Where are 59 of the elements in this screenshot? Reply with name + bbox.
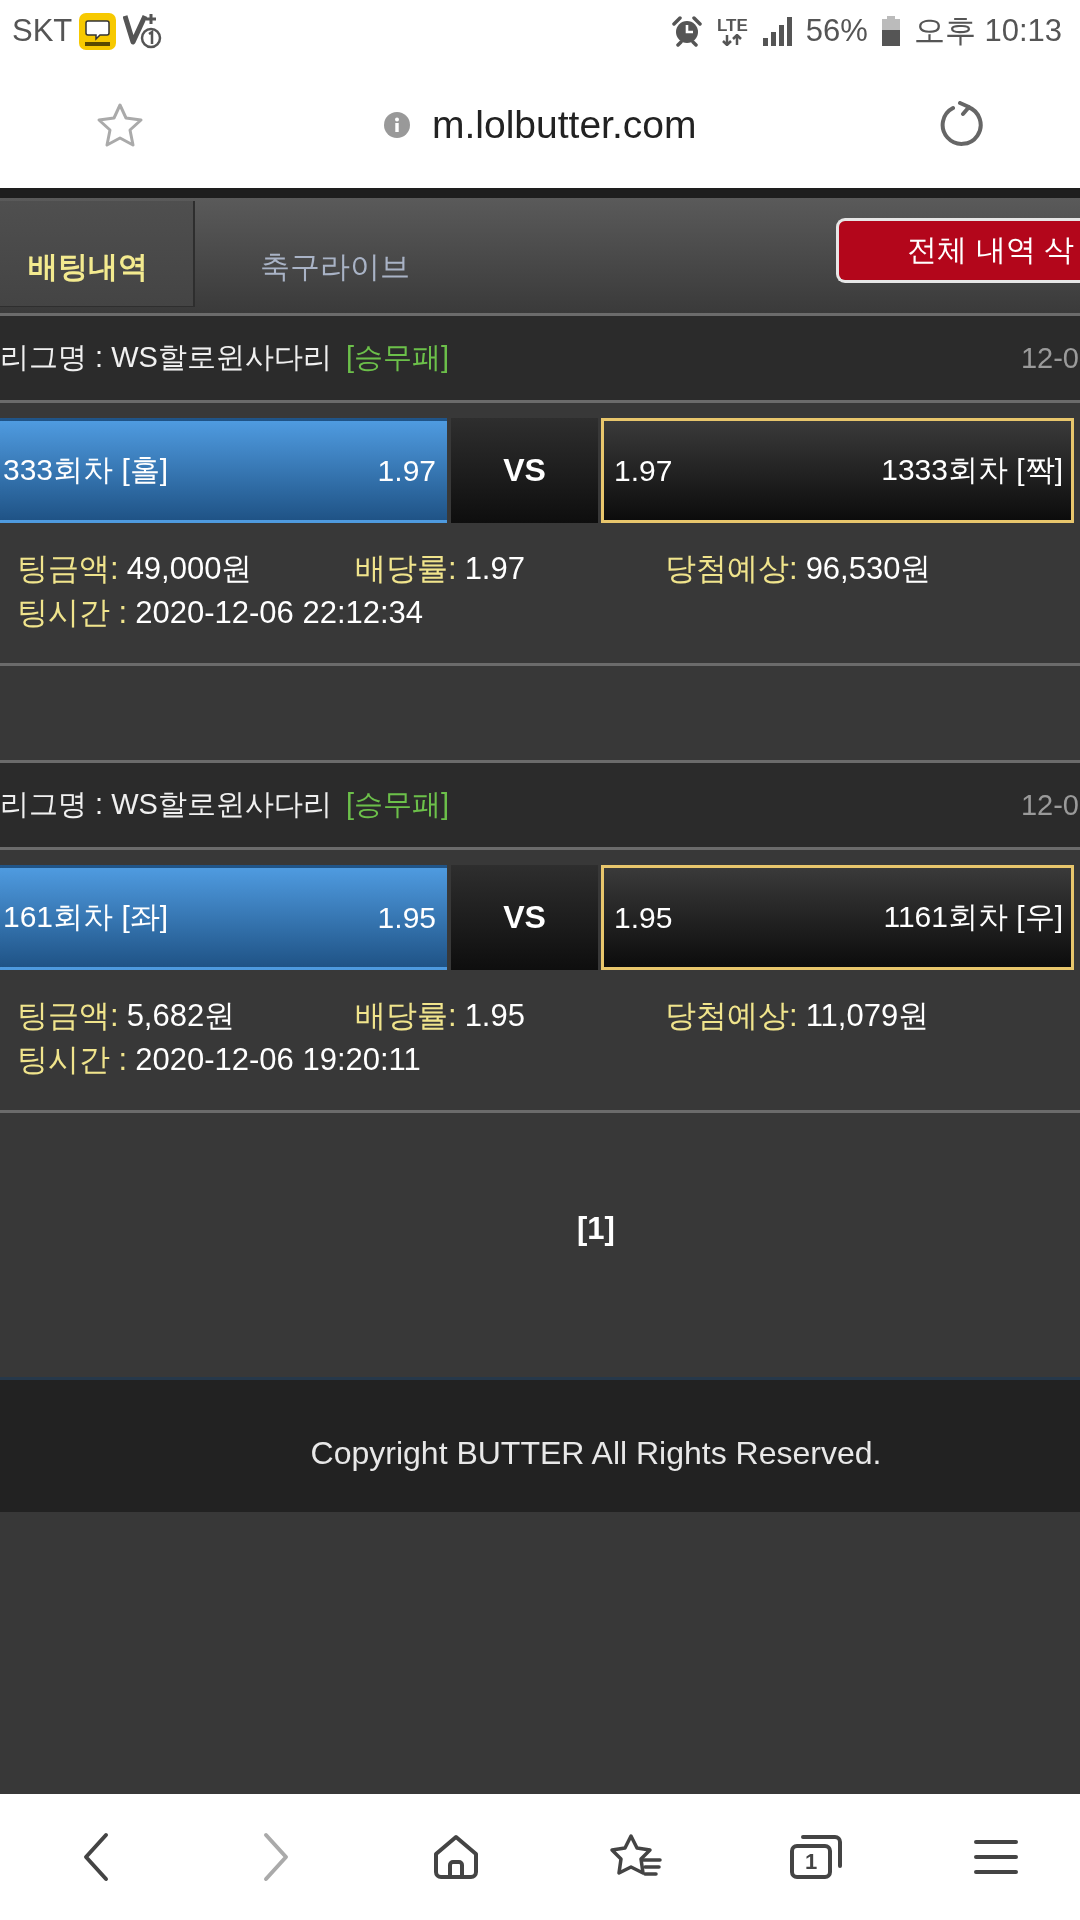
option-name: 333회차 [홀]	[3, 452, 169, 488]
bet-time-label: 팅시간 :	[17, 594, 128, 632]
option-odds: 1.95	[377, 900, 436, 935]
detail-value: 96,530원	[805, 551, 932, 586]
market-type: [승무패]	[345, 340, 449, 375]
detail-label: 팅금액:	[17, 551, 119, 586]
bet-time-value: 2020-12-06 22:12:34	[135, 595, 424, 631]
league-name: 리그명 : WS할로윈사다리	[0, 340, 332, 375]
tabs-icon	[789, 1834, 843, 1880]
chevron-right-icon	[262, 1832, 290, 1882]
option-name: 1161회차 [우]	[883, 899, 1063, 935]
network-type-text: LTE	[716, 16, 748, 34]
option-odds: 1.97	[614, 453, 673, 488]
battery-icon	[881, 16, 900, 46]
bet-time-value: 2020-12-06 19:20:11	[135, 1042, 421, 1078]
option-odds: 1.95	[614, 900, 673, 935]
bet-date: 12-0	[1020, 341, 1080, 375]
detail-value: 11,079원	[805, 998, 930, 1033]
page-link[interactable]: [1]	[577, 1211, 615, 1247]
vs-label: VS	[451, 418, 598, 523]
detail-label: 당첨예상:	[665, 551, 798, 586]
detail-label: 당첨예상:	[665, 998, 798, 1033]
carrier-text: SKT	[12, 13, 73, 49]
tab[interactable]: 축구라이브	[195, 201, 475, 307]
battery-percent: 56%	[805, 13, 868, 49]
v-plus-icon	[123, 12, 164, 50]
league-name: 리그명 : WS할로윈사다리	[0, 787, 332, 822]
detail-label: 팅금액:	[17, 998, 119, 1033]
option-name: 161회차 [좌]	[3, 899, 169, 935]
tabs-button[interactable]: 1	[789, 1834, 843, 1880]
menu-icon	[974, 1839, 1018, 1875]
chat-app-icon	[79, 12, 117, 50]
bet-time-label: 팅시간 :	[17, 1041, 128, 1079]
detail-label: 배당률:	[355, 998, 457, 1033]
data-arrows-icon	[721, 33, 744, 46]
tab[interactable]: 배팅내역	[0, 201, 195, 307]
bet-date: 12-0	[1020, 788, 1080, 822]
detail-value: 5,682원	[126, 998, 236, 1033]
market-type: [승무패]	[345, 787, 449, 822]
url-text[interactable]: m.lolbutter.com	[432, 103, 697, 147]
chevron-left-icon	[82, 1832, 110, 1882]
option-odds: 1.97	[377, 453, 436, 488]
clock-time: 오후 10:13	[913, 12, 1062, 50]
detail-value: 1.97	[464, 551, 525, 586]
copyright-text: Copyright BUTTER All Rights Reserved.	[310, 1434, 882, 1472]
option-name: 1333회차 [짝]	[881, 452, 1063, 488]
home-button[interactable]	[432, 1834, 480, 1880]
delete-all-button[interactable]: 전체 내역 삭	[836, 218, 1080, 283]
signal-icon	[761, 16, 792, 46]
alarm-clock-icon	[670, 15, 703, 47]
detail-value: 49,000원	[126, 551, 253, 586]
detail-label: 배당률:	[355, 551, 457, 586]
home-icon	[432, 1834, 480, 1880]
detail-value: 1.95	[464, 998, 525, 1033]
star-icon[interactable]	[96, 102, 144, 148]
menu-button[interactable]	[974, 1839, 1018, 1875]
back-button[interactable]	[82, 1832, 110, 1882]
info-icon[interactable]	[384, 112, 410, 138]
vs-label: VS	[451, 865, 598, 970]
